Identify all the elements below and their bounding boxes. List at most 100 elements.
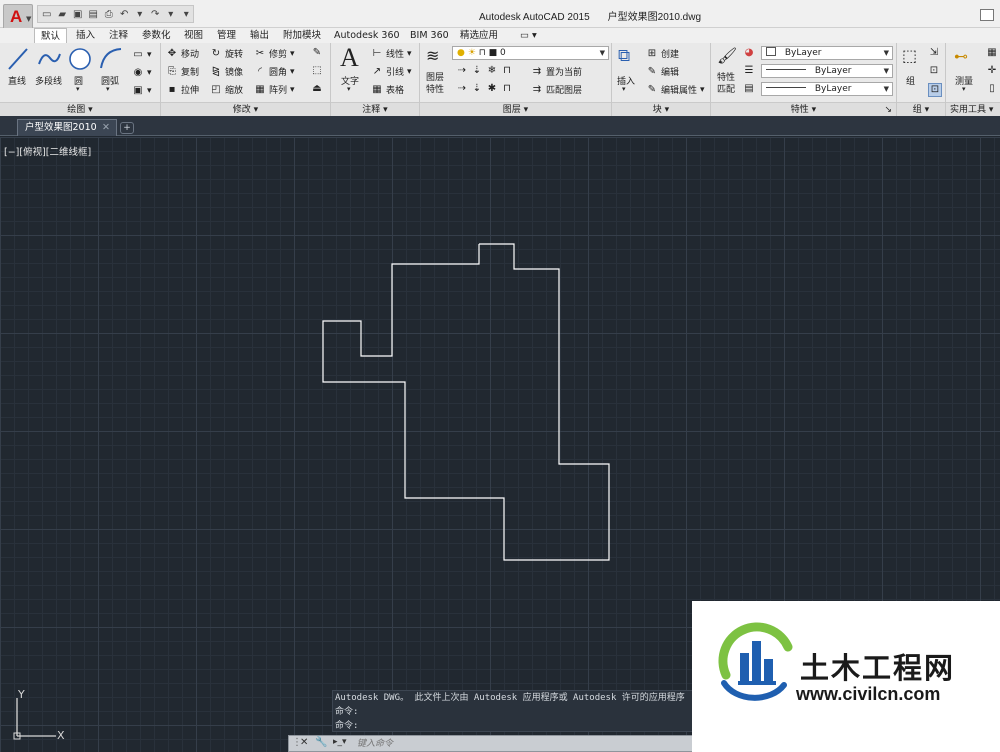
group-button[interactable]: 组 [906, 74, 915, 87]
ungroup-icon[interactable]: ⇲ [928, 47, 940, 59]
document-tab[interactable]: 户型效果图2010 ✕ [17, 119, 117, 136]
modify-panel-footer[interactable]: 修改 ▾ [161, 102, 330, 116]
group-icon[interactable]: ⬚ [902, 46, 917, 65]
tab-bim-360[interactable]: BIM 360 [404, 28, 455, 43]
hatch-tool[interactable]: ◉ ▾ [132, 67, 152, 79]
insert-block-icon[interactable]: ⧉ [618, 46, 630, 66]
insert-block-button[interactable]: 插入 [617, 74, 635, 87]
annotation-panel-footer[interactable]: 注释 ▾ [331, 102, 419, 116]
chevron-down-icon[interactable]: ▾ [106, 85, 110, 93]
mirror-button[interactable]: ⧎ 镜像 [210, 65, 243, 79]
tab-manage[interactable]: 管理 [211, 28, 242, 43]
polyline-icon[interactable] [36, 46, 62, 72]
arc-button[interactable]: 圆弧 [101, 74, 119, 87]
table-button[interactable]: ▦ 表格 [371, 83, 404, 97]
rotate-button[interactable]: ↻ 旋转 [210, 47, 243, 61]
chevron-down-icon[interactable]: ▾ [76, 85, 80, 93]
tab-default[interactable]: 默认 [34, 28, 68, 43]
point-icon[interactable]: ✛ [986, 65, 998, 77]
explode-button[interactable]: ⬚ [311, 65, 323, 77]
layer-unlock-icon[interactable]: ⊓ [501, 83, 513, 95]
layer-thaw-icon[interactable]: ✱ [486, 83, 498, 95]
boundary-tool[interactable]: ▣ ▾ [132, 85, 151, 97]
utilities-panel-footer[interactable]: 实用工具 ▾ [946, 102, 1000, 116]
set-current-layer-button[interactable]: ⇉ 置为当前 [531, 65, 582, 79]
chevron-down-icon[interactable]: ▾ [347, 85, 351, 93]
tab-autodesk-360[interactable]: Autodesk 360 [328, 28, 406, 43]
edit-block-button[interactable]: ✎ 编辑 [646, 65, 679, 79]
window-control-button[interactable] [980, 9, 994, 21]
rectangle-tool[interactable]: ▭ ▾ [132, 49, 151, 61]
measure-icon[interactable]: ⊷ [954, 49, 968, 65]
tab-annotate[interactable]: 注释 [103, 28, 134, 43]
match-properties-icon[interactable]: 🖌 [717, 46, 737, 65]
layer-isolate-icon[interactable]: ⇣ [471, 65, 483, 77]
create-block-button[interactable]: ⊞ 创建 [646, 47, 679, 61]
tab-parametric[interactable]: 参数化 [136, 28, 177, 43]
tab-addins[interactable]: 附加模块 [277, 28, 327, 43]
text-icon[interactable]: A [340, 43, 359, 73]
block-panel-footer[interactable]: 块 ▾ [612, 102, 710, 116]
recent-commands-icon[interactable]: ▸_▾ [333, 737, 347, 747]
undo-icon[interactable]: ↶ [118, 7, 132, 21]
redo-dropdown-icon[interactable]: ▾ [164, 7, 178, 21]
copy-button[interactable]: ⎘ 复制 [166, 65, 199, 79]
tab-output[interactable]: 输出 [244, 28, 275, 43]
command-input[interactable] [357, 737, 687, 750]
undo-dropdown-icon[interactable]: ▾ [133, 7, 147, 21]
polyline-button[interactable]: 多段线 [35, 74, 62, 87]
tab-panel-toggle[interactable]: ▭ ▾ [514, 28, 543, 43]
layer-on-icon[interactable]: ⇢ [456, 83, 468, 95]
fillet-button[interactable]: ◜ 圆角 ▾ [254, 65, 294, 79]
match-properties-button[interactable]: 特性 匹配 [717, 72, 735, 96]
color-dropdown[interactable]: ByLayer ▼ [761, 46, 893, 60]
lineweight-dropdown[interactable]: ByLayer ▼ [761, 82, 893, 96]
edit-attributes-button[interactable]: ✎ 编辑属性 ▾ [646, 83, 705, 97]
layer-off-icon[interactable]: ⇢ [456, 65, 468, 77]
offset-button[interactable]: ⏏ [311, 83, 323, 95]
group-panel-footer[interactable]: 组 ▾ [897, 102, 945, 116]
leader-button[interactable]: ↗ 引线 ▾ [371, 65, 412, 79]
tab-featured-apps[interactable]: 精选应用 [454, 28, 504, 43]
array-button[interactable]: ▦ 阵列 ▾ [254, 83, 294, 97]
wrench-icon[interactable]: 🔧 [315, 737, 327, 748]
save-as-icon[interactable]: ▤ [87, 7, 101, 21]
select-all-icon[interactable]: ▯ [986, 83, 998, 95]
layer-properties-button[interactable]: 图层 特性 [426, 72, 444, 96]
close-icon[interactable]: ✕ [300, 737, 308, 748]
quick-calc-icon[interactable]: ▦ [986, 47, 998, 59]
new-tab-button[interactable]: + [120, 122, 134, 134]
print-icon[interactable]: ⎙ [102, 7, 116, 21]
move-button[interactable]: ✥ 移动 [166, 47, 199, 61]
match-layer-button[interactable]: ⇉ 匹配图层 [531, 83, 582, 97]
layer-freeze-icon[interactable]: ❄ [486, 65, 498, 77]
scale-button[interactable]: ◰ 缩放 [210, 83, 243, 97]
new-file-icon[interactable]: ▭ [40, 7, 54, 21]
tab-insert[interactable]: 插入 [70, 28, 101, 43]
layer-dropdown[interactable]: ● ☀ ⊓ ■ 0 ▼ [452, 46, 609, 60]
line-button[interactable]: 直线 [8, 74, 26, 87]
close-icon[interactable]: ✕ [102, 120, 110, 136]
layer-unisolate-icon[interactable]: ⇣ [471, 83, 483, 95]
line-icon[interactable] [6, 46, 30, 72]
open-folder-icon[interactable]: ▰ [56, 7, 70, 21]
tab-view[interactable]: 视图 [178, 28, 209, 43]
layer-properties-icon[interactable]: ≋ [426, 46, 439, 65]
arc-icon[interactable] [98, 46, 124, 72]
properties-panel-footer[interactable]: 特性 ▾ ↘ [711, 102, 896, 116]
viewport-controls[interactable]: [−][俯视][二维线框] [4, 144, 91, 158]
chevron-down-icon[interactable]: ▾ [962, 85, 966, 93]
customize-qat-icon[interactable]: ▾ [180, 7, 194, 21]
layers-panel-footer[interactable]: 图层 ▾ [420, 102, 611, 116]
trim-button[interactable]: ✂ 修剪 ▾ [254, 47, 295, 61]
group-selection-icon[interactable]: ⊡ [928, 83, 942, 97]
draw-panel-footer[interactable]: 绘图 ▾ [0, 102, 160, 116]
redo-icon[interactable]: ↷ [149, 7, 163, 21]
layer-lock-icon[interactable]: ⊓ [501, 65, 513, 77]
group-edit-icon[interactable]: ⊡ [928, 65, 940, 77]
linetype-dropdown[interactable]: ByLayer ▼ [761, 64, 893, 78]
dimension-button[interactable]: ⊢ 线性 ▾ [371, 47, 412, 61]
chevron-down-icon[interactable]: ▾ [622, 85, 626, 93]
save-icon[interactable]: ▣ [71, 7, 85, 21]
erase-button[interactable]: ✎ [311, 47, 323, 59]
